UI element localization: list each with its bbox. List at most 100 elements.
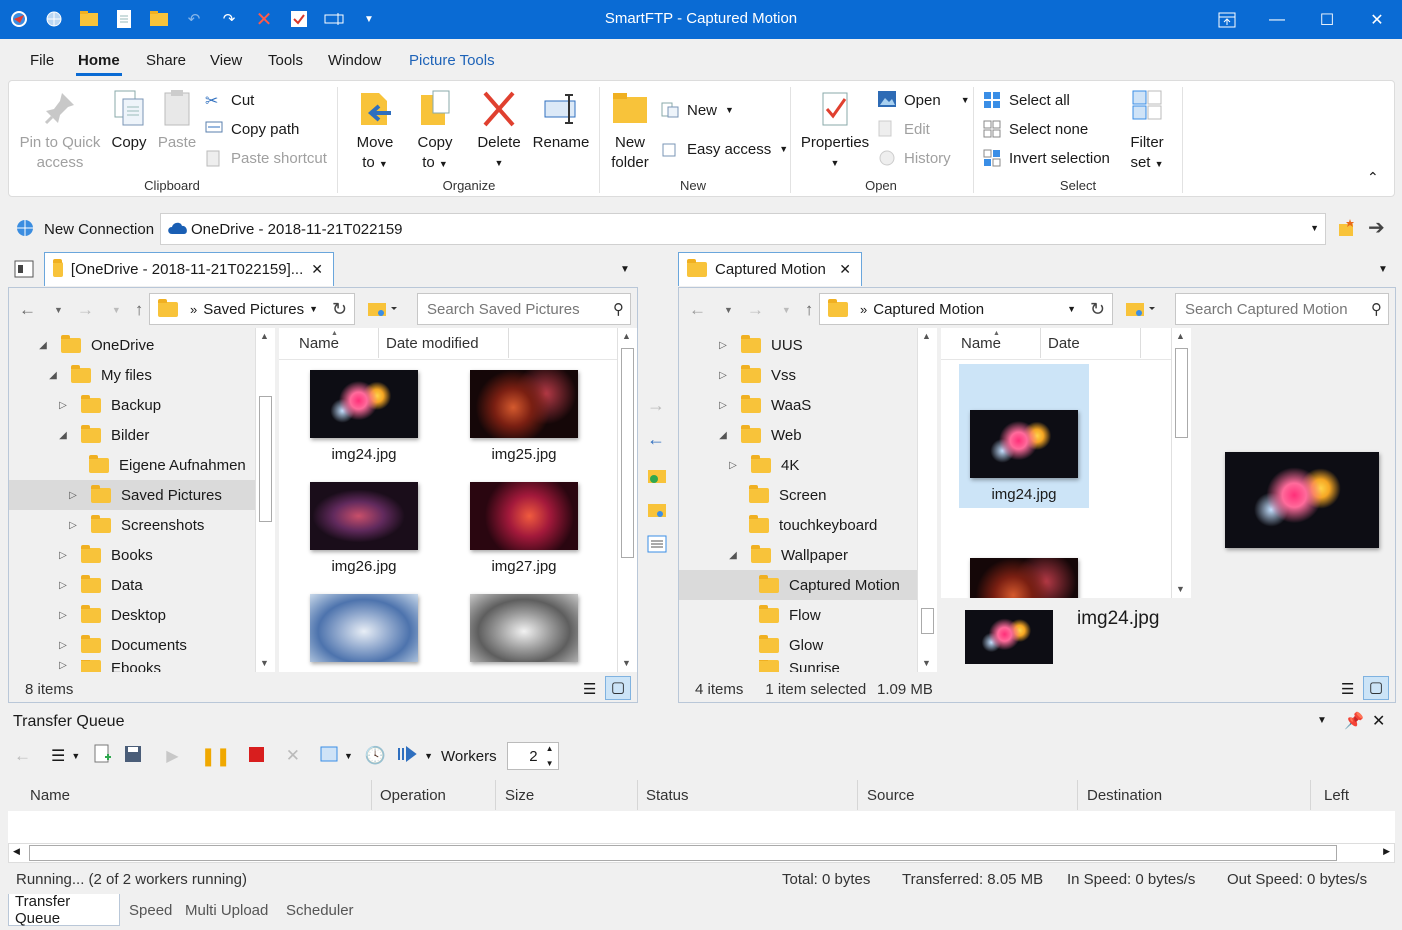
queue-list-icon[interactable] [647,535,667,557]
left-search-input[interactable]: Search Saved Pictures ⚲ [417,293,631,325]
restore-layout-icon[interactable] [1202,0,1252,39]
queue-hscrollbar[interactable]: ◀ ▶ [8,843,1395,863]
scroll-up-icon[interactable]: ▲ [260,331,269,341]
tab-file[interactable]: File [30,52,54,69]
tab-left-onedrive[interactable]: [OneDrive - 2018-11-21T022159]... ✕ [44,252,334,286]
delete-button[interactable]: Delete ▼ [475,89,523,173]
add-item-icon[interactable] [94,744,112,768]
column-header-source[interactable]: Source [858,780,1078,810]
paste-shortcut-button[interactable]: Paste shortcut [205,149,327,167]
new-item-button[interactable]: New ▼ [661,101,734,119]
tab-picture-tools[interactable]: Picture Tools [409,52,495,69]
left-path-combobox[interactable]: » Saved Pictures ▼ ↻ [149,293,355,325]
file-thumbnail[interactable] [299,594,429,670]
back-arrow-icon[interactable]: ← [14,746,31,766]
tab-right-captured-motion[interactable]: Captured Motion ✕ [678,252,862,286]
tree-item[interactable]: ▷ Screenshots [67,510,204,540]
transfer-right-arrow-icon[interactable]: → [647,395,665,416]
go-arrow-icon[interactable]: ➔ [1368,215,1385,240]
back-arrow-icon[interactable]: ← [19,300,36,320]
tree-item[interactable]: ▷ Documents [57,630,187,660]
column-header-destination[interactable]: Destination [1078,780,1311,810]
folder-link-icon[interactable] [367,300,397,322]
scroll-up-icon[interactable]: ▲ [922,331,931,341]
search-icon[interactable]: ⚲ [1371,300,1382,318]
scroll-up-icon[interactable]: ▲ [1176,331,1185,341]
file-thumbnail[interactable]: img25.jpg [459,370,589,463]
tree-item[interactable]: ◢ OneDrive [37,330,154,360]
scroll-down-icon[interactable]: ▼ [922,658,931,668]
invert-selection-button[interactable]: Invert selection [983,149,1110,167]
column-header-date[interactable]: Date [1041,328,1141,358]
tab-list-dropdown-icon[interactable]: ▼ [1378,264,1388,275]
select-items-icon[interactable] [320,746,338,766]
transfer-left-arrow-icon[interactable]: ← [647,429,665,450]
pane-menu-icon[interactable] [14,260,34,282]
close-panel-icon[interactable]: ✕ [1372,711,1385,731]
tree-item[interactable]: ◢ Bilder [57,420,149,450]
sync-folder-icon[interactable] [647,467,667,489]
column-header-operation[interactable]: Operation [372,780,496,810]
column-header-date-modified[interactable]: Date modified [379,328,509,358]
properties-button[interactable]: Properties ▼ [799,89,871,173]
right-path-combobox[interactable]: » Captured Motion ▼ ↻ [819,293,1113,325]
tree-item[interactable]: Sunrise [735,660,840,672]
thumbnail-view-icon[interactable]: ▢ [1363,676,1389,700]
tree-item-selected[interactable]: ▷ Saved Pictures [9,480,255,510]
pin-panel-icon[interactable]: 📌 [1344,711,1364,731]
tree-item[interactable]: ◢ Web [717,420,802,450]
chevron-down-icon[interactable]: ▼ [1310,223,1319,233]
column-header-size[interactable]: Size [496,780,638,810]
tree-item[interactable]: Screen [725,480,827,510]
copy-button[interactable]: Copy [107,89,151,153]
tree-item[interactable]: ▷ Backup [57,390,161,420]
forward-arrow-icon[interactable]: → [77,300,94,320]
scroll-thumb[interactable] [259,396,272,522]
paste-button[interactable]: Paste [155,89,199,153]
play-icon[interactable]: ▶ [166,746,178,766]
file-thumbnail[interactable]: img26.jpg [299,482,429,575]
refresh-icon[interactable]: ↻ [1090,299,1105,320]
dropdown-arrow-icon[interactable]: ▼ [71,751,80,761]
pin-to-quick-access-button[interactable]: Pin to Quick access [17,89,103,173]
tree-item[interactable]: Eigene Aufnahmen [65,450,246,480]
scroll-thumb[interactable] [621,348,634,558]
right-tree-scrollbar[interactable]: ▲ ▼ [917,328,937,672]
forward-dropdown-icon[interactable]: ▼ [782,305,791,315]
save-icon[interactable] [124,745,142,767]
collapse-ribbon-icon[interactable]: ⌃ [1367,169,1379,186]
tab-tools[interactable]: Tools [268,52,303,69]
right-search-input[interactable]: Search Captured Motion ⚲ [1175,293,1389,325]
refresh-icon[interactable]: ↻ [332,299,347,320]
back-arrow-icon[interactable]: ← [689,300,706,320]
rename-button[interactable]: Rename [531,89,591,153]
left-tree-scrollbar[interactable]: ▲ ▼ [255,328,275,672]
panel-menu-icon[interactable]: ▼ [1317,715,1327,726]
new-connection-icon[interactable] [14,218,36,242]
clock-icon[interactable]: 🕓 [365,746,386,766]
select-none-button[interactable]: Select none [983,120,1088,138]
file-thumbnail[interactable] [959,558,1089,598]
tree-item[interactable]: ▷ Books [57,540,153,570]
file-thumbnail[interactable]: img27.jpg [459,482,589,575]
tree-item[interactable]: ◢ My files [47,360,152,390]
right-file-scrollbar[interactable]: ▲ ▼ [1171,328,1191,598]
details-view-icon[interactable]: ☰ [583,680,596,698]
select-all-button[interactable]: Select all [983,91,1070,109]
tab-view[interactable]: View [210,52,242,69]
path-segment[interactable]: Saved Pictures [203,301,304,318]
connection-combobox[interactable]: OneDrive - 2018-11-21T022159 ▼ [160,213,1326,245]
list-menu-icon[interactable]: ☰ [51,746,65,766]
path-segment[interactable]: Captured Motion [873,301,984,318]
chevron-down-icon[interactable]: ▼ [309,304,318,314]
up-arrow-icon[interactable]: ↑ [135,300,144,320]
folder-link-icon[interactable] [1125,300,1155,322]
history-button[interactable]: History [878,149,951,167]
close-tab-icon[interactable]: ✕ [311,261,323,278]
stepper-up-icon[interactable]: ▲ [546,744,554,753]
tree-item[interactable]: ▷ UUS [717,330,803,360]
cut-button[interactable]: ✂ Cut [205,91,254,111]
pause-icon[interactable]: ❚❚ [201,746,231,767]
search-icon[interactable]: ⚲ [613,300,624,318]
history-dropdown-icon[interactable]: ▼ [54,305,63,315]
